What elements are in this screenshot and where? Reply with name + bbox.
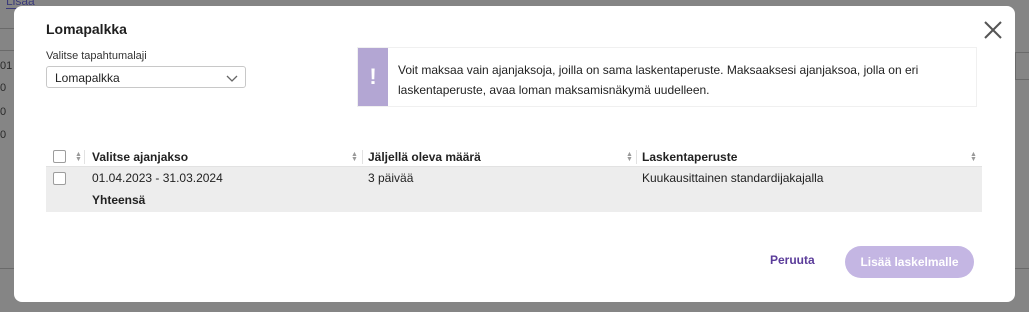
period-table: ▲ ▼ Valitse ajanjakso ▲ ▼ Jäljellä oleva m… <box>46 147 982 212</box>
chevron-down-icon <box>226 75 238 82</box>
background-cell: 01 <box>0 60 13 72</box>
column-header-remaining[interactable]: Jäljellä oleva määrä <box>368 147 481 167</box>
cancel-button[interactable]: Peruuta <box>770 253 815 267</box>
sort-icon[interactable]: ▲ ▼ <box>351 151 358 163</box>
event-type-label: Valitse tapahtumalaji <box>46 50 147 62</box>
sort-icon[interactable]: ▲ ▼ <box>626 151 633 163</box>
total-label: Yhteensä <box>92 193 146 207</box>
exclamation-icon: ! <box>358 48 388 106</box>
table-header: ▲ ▼ Valitse ajanjakso ▲ ▼ Jäljellä oleva m… <box>46 147 982 167</box>
info-notice: ! Voit maksaa vain ajanjaksoja, joilla o… <box>358 48 976 106</box>
event-type-select[interactable]: Lomapalkka <box>46 66 246 88</box>
select-all-checkbox[interactable] <box>53 150 66 163</box>
row-checkbox[interactable] <box>53 172 66 185</box>
notice-text: Voit maksaa vain ajanjaksoja, joilla on … <box>398 63 919 97</box>
cell-basis: Kuukausittainen standardijakajalla <box>642 171 824 185</box>
background-cell: 0 <box>0 129 7 141</box>
table-total-row: Yhteensä <box>46 190 982 212</box>
background-divider <box>0 268 14 269</box>
close-button[interactable] <box>981 18 1005 42</box>
background-divider <box>0 28 14 29</box>
cell-period: 01.04.2023 - 31.03.2024 <box>92 171 223 185</box>
add-to-calculation-button[interactable]: Lisää laskelmalle <box>845 246 974 278</box>
column-divider <box>636 150 637 164</box>
sort-icon[interactable]: ▲ ▼ <box>75 151 82 163</box>
table-row[interactable]: 01.04.2023 - 31.03.2024 3 päivää Kuukaus… <box>46 167 982 190</box>
column-header-period[interactable]: Valitse ajanjakso <box>92 147 188 167</box>
background-divider <box>0 50 14 51</box>
background-cell: 0 <box>0 106 7 118</box>
background-divider <box>1015 268 1029 269</box>
dialog-title: Lomapalkka <box>46 21 127 37</box>
column-divider <box>362 150 363 164</box>
column-header-basis[interactable]: Laskentaperuste <box>642 147 737 167</box>
background-right-panel <box>1015 52 1029 80</box>
cell-remaining: 3 päivää <box>368 171 414 185</box>
holiday-pay-dialog: Lomapalkka Valitse tapahtumalaji Lomapal… <box>14 6 1015 302</box>
column-divider <box>84 150 85 164</box>
sort-icon[interactable]: ▲ ▼ <box>970 151 977 163</box>
close-icon <box>984 21 1002 39</box>
event-type-value: Lomapalkka <box>55 71 120 85</box>
background-cell: 0 <box>0 82 7 94</box>
